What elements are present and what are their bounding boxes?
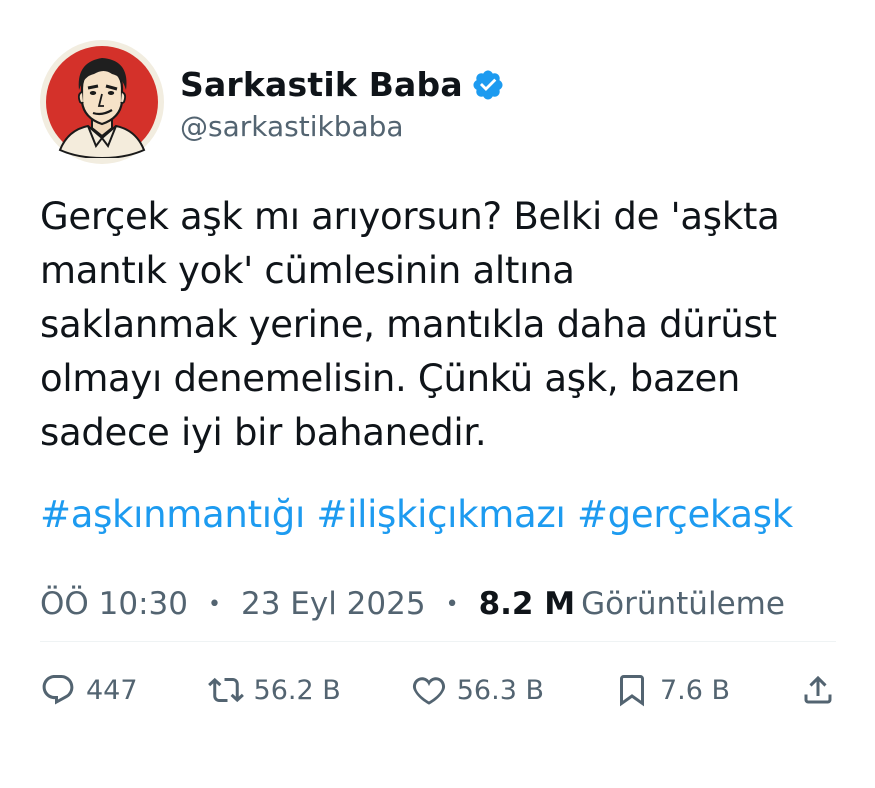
- verified-badge-icon: [473, 69, 503, 100]
- retweet-icon: [207, 677, 244, 703]
- like-count: 56.3 B: [456, 674, 544, 706]
- tweet-time[interactable]: ÖÖ 10:30: [40, 586, 188, 622]
- retweet-button[interactable]: 56.2 B: [207, 672, 341, 708]
- bookmark-button[interactable]: 7.6 B: [614, 672, 730, 708]
- views-label: Görüntüleme: [581, 586, 785, 622]
- hashtag-link[interactable]: #aşkınmantığı: [40, 493, 305, 536]
- tweet: Sarkastik Baba @sarkastikbaba Gerçek aşk…: [40, 40, 836, 626]
- tweet-meta: ÖÖ 10:30 • 23 Eyl 2025 • 8.2 M Görüntüle…: [40, 582, 836, 626]
- tweet-date[interactable]: 23 Eyl 2025: [241, 586, 426, 622]
- avatar[interactable]: [40, 40, 164, 164]
- bookmark-icon: [619, 675, 644, 707]
- heart-icon: [412, 677, 445, 705]
- reply-icon: [42, 675, 74, 705]
- share-icon: [804, 675, 832, 704]
- reply-button[interactable]: 447: [40, 672, 138, 708]
- name-row: Sarkastik Baba: [180, 62, 505, 108]
- display-name[interactable]: Sarkastik Baba: [180, 65, 463, 104]
- bookmark-count: 7.6 B: [659, 674, 731, 706]
- author-names: Sarkastik Baba @sarkastikbaba: [180, 62, 505, 143]
- action-bar: 447 56.2 B 56.3 B 7.6 B: [40, 668, 836, 712]
- man-portrait-avatar-icon: [46, 46, 158, 158]
- views-count: 8.2 M: [478, 586, 576, 622]
- meta-separator: •: [208, 591, 221, 617]
- tweet-header: Sarkastik Baba @sarkastikbaba: [40, 40, 836, 164]
- hashtag-link[interactable]: #ilişkiçıkmazı: [316, 493, 565, 536]
- divider: [40, 641, 836, 642]
- hashtags: #aşkınmantığı #ilişkiçıkmazı #gerçekaşk: [40, 488, 836, 542]
- handle[interactable]: @sarkastikbaba: [180, 110, 505, 143]
- meta-separator: •: [445, 591, 459, 617]
- share-button[interactable]: [800, 672, 836, 708]
- like-button[interactable]: 56.3 B: [411, 672, 544, 708]
- hashtag-link[interactable]: #gerçekaşk: [577, 493, 793, 536]
- reply-count: 447: [86, 674, 138, 706]
- retweet-count: 56.2 B: [253, 674, 341, 706]
- tweet-text: Gerçek aşk mı arıyorsun? Belki de 'aşkta…: [40, 195, 780, 454]
